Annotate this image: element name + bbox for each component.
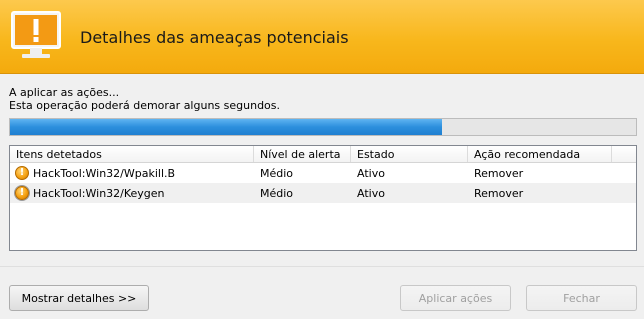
warning-icon: ! [15,186,29,200]
column-header-items[interactable]: Itens detetados [10,146,254,162]
column-header-filler [612,146,636,162]
recommended-action: Remover [474,166,524,180]
monitor-warning-icon [11,11,61,58]
item-name: HackTool:Win32/Keygen [33,186,165,200]
column-header-alert-level[interactable]: Nível de alerta [254,146,351,162]
apply-actions-button[interactable]: Aplicar ações [400,285,511,311]
item-name: HackTool:Win32/Wpakill.B [33,166,176,180]
progress-bar [9,118,637,136]
header-banner: Detalhes das ameaças potenciais [0,0,644,74]
recommended-action: Remover [474,186,524,200]
alert-level: Médio [260,186,294,200]
show-details-button[interactable]: Mostrar detalhes >> [9,285,149,311]
warning-icon: ! [15,166,29,180]
state: Ativo [357,186,385,200]
list-header: Itens detetados Nível de alerta Estado A… [10,146,636,163]
status-text: A aplicar as ações... [9,86,120,99]
dialog-title: Detalhes das ameaças potenciais [80,28,349,47]
column-header-state[interactable]: Estado [351,146,468,162]
table-row[interactable]: ! HackTool:Win32/Wpakill.B Médio Ativo R… [10,163,636,183]
close-button[interactable]: Fechar [526,285,637,311]
progress-fill [10,119,442,135]
table-row[interactable]: ! HackTool:Win32/Keygen Médio Ativo Remo… [10,183,636,203]
status-subtext: Esta operação poderá demorar alguns segu… [9,99,281,112]
footer-bar: Mostrar detalhes >> Aplicar ações Fechar [0,266,644,319]
threat-list[interactable]: Itens detetados Nível de alerta Estado A… [9,145,637,251]
column-header-recommended-action[interactable]: Ação recomendada [468,146,612,162]
alert-level: Médio [260,166,294,180]
state: Ativo [357,166,385,180]
